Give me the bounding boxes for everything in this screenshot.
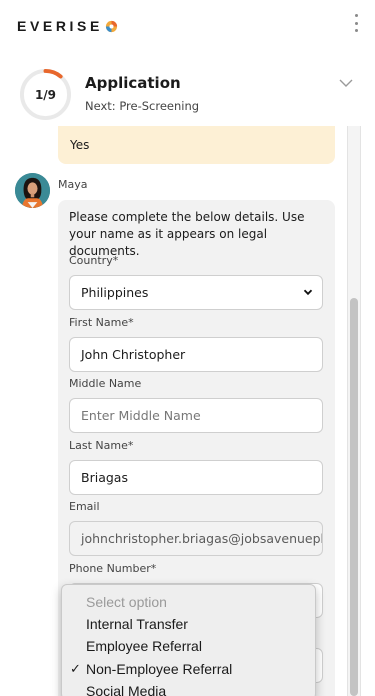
last-name-label: Last Name*	[69, 439, 134, 452]
user-reply-text: Yes	[70, 138, 90, 152]
middle-name-placeholder: Enter Middle Name	[81, 408, 201, 423]
bot-name: Maya	[58, 178, 88, 191]
phone-label: Phone Number*	[69, 562, 157, 575]
dropdown-option[interactable]: Employee Referral	[86, 635, 202, 657]
checkmark-icon: ✓	[70, 661, 81, 676]
email-field: johnchristopher.briagas@jobsavenueph	[69, 521, 323, 556]
dropdown-option: Select option	[86, 594, 167, 610]
more-menu-icon[interactable]	[353, 14, 359, 32]
everise-logo: E V ERISE	[17, 18, 118, 34]
logo-letters: ERISE	[42, 18, 103, 34]
dropdown-option-selected[interactable]: Non-Employee Referral	[86, 658, 232, 680]
chevron-down-icon	[303, 289, 313, 296]
middle-name-label: Middle Name	[69, 377, 142, 390]
country-select[interactable]: Philippines	[69, 275, 323, 310]
chevron-down-icon[interactable]	[339, 78, 353, 88]
maya-avatar	[15, 173, 50, 208]
last-name-value: Briagas	[81, 470, 128, 485]
first-name-label: First Name*	[69, 316, 134, 329]
scrollbar-thumb[interactable]	[350, 298, 358, 696]
user-reply-bubble: Yes	[58, 126, 335, 164]
email-value: johnchristopher.briagas@jobsavenueph	[81, 531, 323, 546]
avatar-image	[15, 173, 50, 208]
referral-source-dropdown: Select option Internal Transfer Employee…	[61, 584, 316, 696]
first-name-input[interactable]: John Christopher	[69, 337, 323, 372]
country-value: Philippines	[81, 285, 149, 300]
app-header: E V ERISE	[0, 0, 375, 56]
first-name-value: John Christopher	[81, 347, 186, 362]
country-label: Country*	[69, 254, 119, 267]
progress-step-text: 1/9	[34, 87, 57, 102]
form-intro-text: Please complete the below details. Use y…	[69, 210, 305, 258]
logo-letter-v: V	[29, 18, 43, 34]
dropdown-option[interactable]: Internal Transfer	[86, 613, 188, 635]
next-step-label: Next: Pre-Screening	[85, 99, 200, 113]
middle-name-input[interactable]: Enter Middle Name	[69, 398, 323, 433]
dropdown-option[interactable]: Social Media	[86, 680, 166, 696]
last-name-input[interactable]: Briagas	[69, 460, 323, 495]
logo-letter: E	[17, 18, 30, 34]
application-title: Application	[85, 74, 181, 92]
logo-globe-icon	[105, 20, 117, 32]
application-progress[interactable]: 1/9 Application Next: Pre-Screening	[0, 62, 375, 126]
email-label: Email	[69, 500, 100, 513]
